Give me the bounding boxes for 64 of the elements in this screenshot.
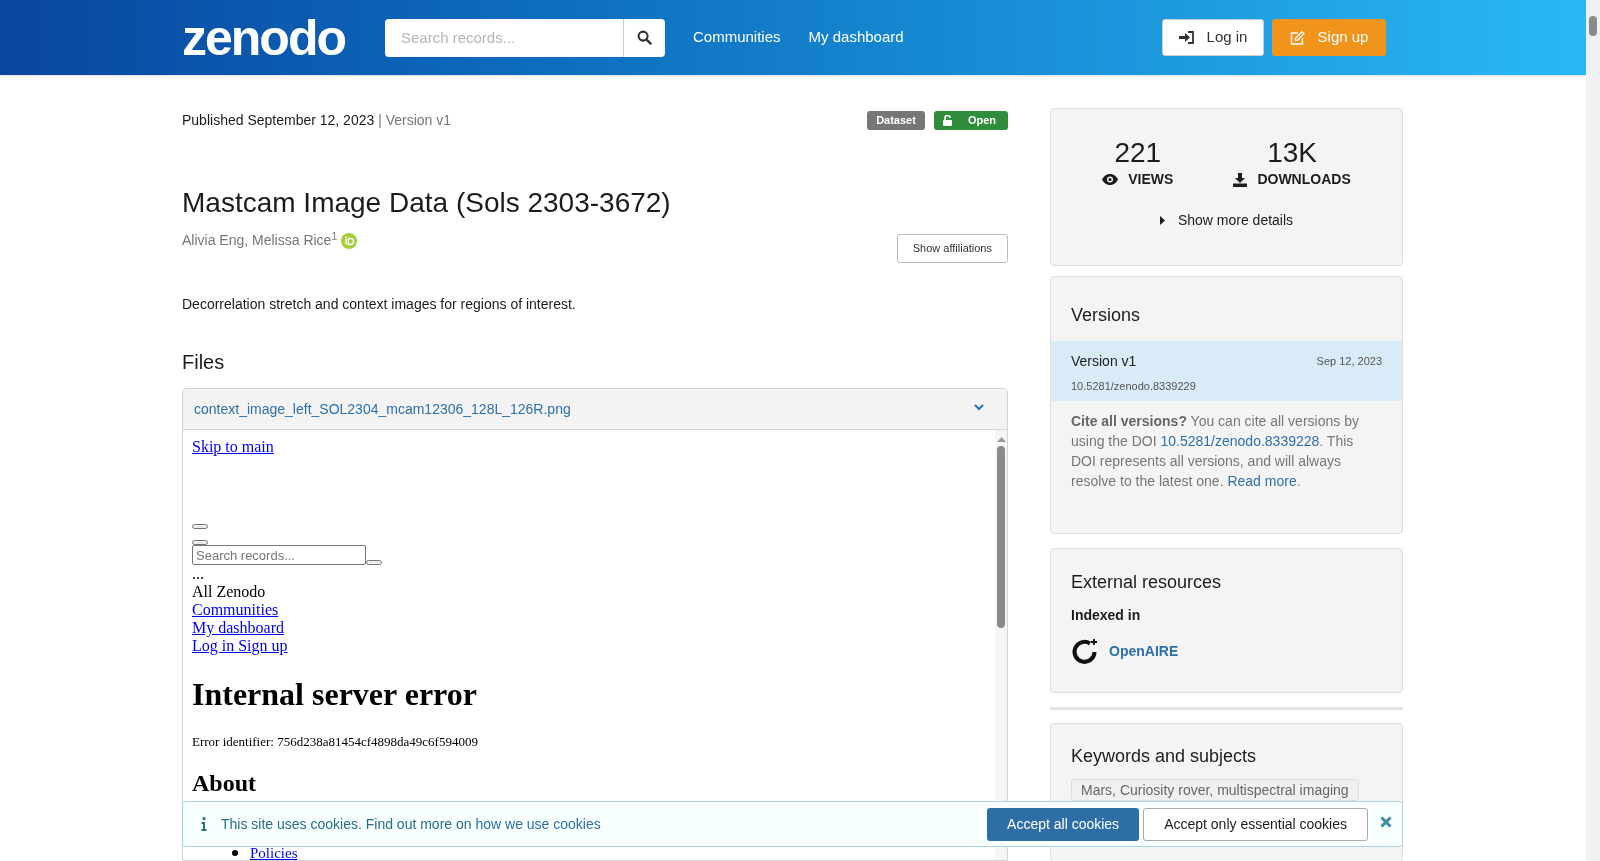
unstyled-button[interactable] bbox=[192, 524, 208, 529]
info-icon bbox=[201, 817, 207, 831]
show-more-details-button[interactable]: Show more details bbox=[1159, 210, 1294, 231]
accept-all-button[interactable]: Accept all cookies bbox=[987, 807, 1140, 841]
stat-value: 13K bbox=[1267, 138, 1317, 168]
file-header[interactable]: context_image_left_SOL2304_mcam12306_128L_126R.png bbox=[183, 389, 1007, 430]
error-heading: Internal server error bbox=[192, 676, 477, 713]
cite-note: Cite all versions? You can cite all versions by using the DOI 10.5281/zenodo.8339228. This DOI represents all versions, and will always resolve to the latest one. Read more. bbox=[1071, 412, 1360, 491]
bullet-icon bbox=[232, 850, 238, 856]
error-identifier: Error identifier: 756d238a81454cf4898da49c6f594009 bbox=[192, 734, 478, 749]
card-heading: Keywords and subjects bbox=[1071, 745, 1257, 767]
access-badge: Open bbox=[933, 110, 1008, 130]
card-subheading: Indexed in bbox=[1071, 606, 1142, 625]
keyword-tag[interactable]: Mars, Curiosity rover, multispectral imaging bbox=[1071, 779, 1359, 801]
card-heading: Versions bbox=[1071, 304, 1142, 326]
menu-label: All Zenodo bbox=[192, 583, 266, 601]
search-icon bbox=[637, 30, 652, 45]
scroll-up-icon[interactable] bbox=[996, 436, 1006, 442]
nav-link[interactable]: My dashboard bbox=[192, 619, 284, 637]
section-heading: Files bbox=[182, 350, 226, 375]
read-more-link[interactable]: Read more bbox=[1227, 473, 1297, 489]
version-label: | Version v1 bbox=[378, 111, 452, 128]
nav-link[interactable]: My dashboard bbox=[808, 26, 904, 49]
record-description: Decorrelation stretch and context images for regions of interest. bbox=[182, 295, 577, 314]
version-item[interactable]: Version v1 Sep 12, 2023 10.5281/zenodo.8339229 bbox=[1051, 341, 1402, 401]
record-title: Mastcam Image Data (Sols 2303-3672) bbox=[182, 186, 672, 220]
sign-in-icon bbox=[1178, 31, 1194, 44]
search-field[interactable]: Search records... bbox=[192, 545, 366, 565]
card-heading: External resources bbox=[1071, 571, 1223, 593]
show-affiliations-button[interactable]: Show affiliations bbox=[896, 234, 1008, 263]
unlocked-icon bbox=[942, 114, 953, 126]
logo[interactable]: zenodo bbox=[182, 12, 345, 63]
indexed-link[interactable]: OpenAIRE bbox=[1071, 638, 1382, 665]
nav-link[interactable]: Communities bbox=[192, 601, 279, 619]
download-icon bbox=[1233, 172, 1248, 187]
cookie-policy-link[interactable]: how we use cookies bbox=[475, 815, 601, 832]
views-label: VIEWS bbox=[1102, 169, 1174, 190]
skip-link[interactable]: Skip to main bbox=[192, 438, 274, 456]
type-badge: Dataset bbox=[867, 110, 925, 130]
about-link[interactable]: Policies bbox=[250, 847, 298, 859]
ring-logo-icon bbox=[1071, 638, 1098, 665]
search-field[interactable]: Search records... bbox=[385, 18, 623, 57]
log-in-button[interactable]: Log in bbox=[1162, 19, 1264, 56]
nav-link[interactable]: Communities bbox=[693, 26, 781, 49]
search-button[interactable] bbox=[623, 18, 665, 57]
eye-icon bbox=[1102, 174, 1119, 185]
close-icon[interactable] bbox=[1380, 816, 1392, 828]
unstyled-button[interactable] bbox=[366, 560, 382, 565]
caret-right-icon bbox=[1159, 216, 1165, 225]
downloads-label: DOWNLOADS bbox=[1233, 169, 1351, 190]
scrollbar-thumb[interactable] bbox=[1589, 16, 1597, 36]
nav-link[interactable]: Log in Sign up bbox=[192, 637, 288, 655]
author-list[interactable]: Alivia Eng, Melissa Rice$^{1}$ bbox=[182, 230, 338, 251]
ellipsis-text: ... bbox=[192, 565, 204, 583]
edit-icon bbox=[1289, 30, 1305, 45]
section-heading: About bbox=[192, 769, 257, 797]
chevron-down-icon[interactable] bbox=[974, 403, 984, 411]
scrollbar-thumb[interactable] bbox=[997, 446, 1005, 628]
unstyled-button[interactable] bbox=[192, 540, 208, 545]
publish-date: Published September 12, 2023 bbox=[182, 111, 375, 128]
accept-essential-button[interactable]: Accept only essential cookies bbox=[1143, 807, 1368, 841]
file-name[interactable]: context_image_left_SOL2304_mcam12306_128L_126R.png bbox=[194, 398, 571, 420]
cookie-notice: This site uses cookies. Find out more on how we use cookies bbox=[221, 814, 601, 834]
stat-value: 221 bbox=[1114, 138, 1162, 168]
